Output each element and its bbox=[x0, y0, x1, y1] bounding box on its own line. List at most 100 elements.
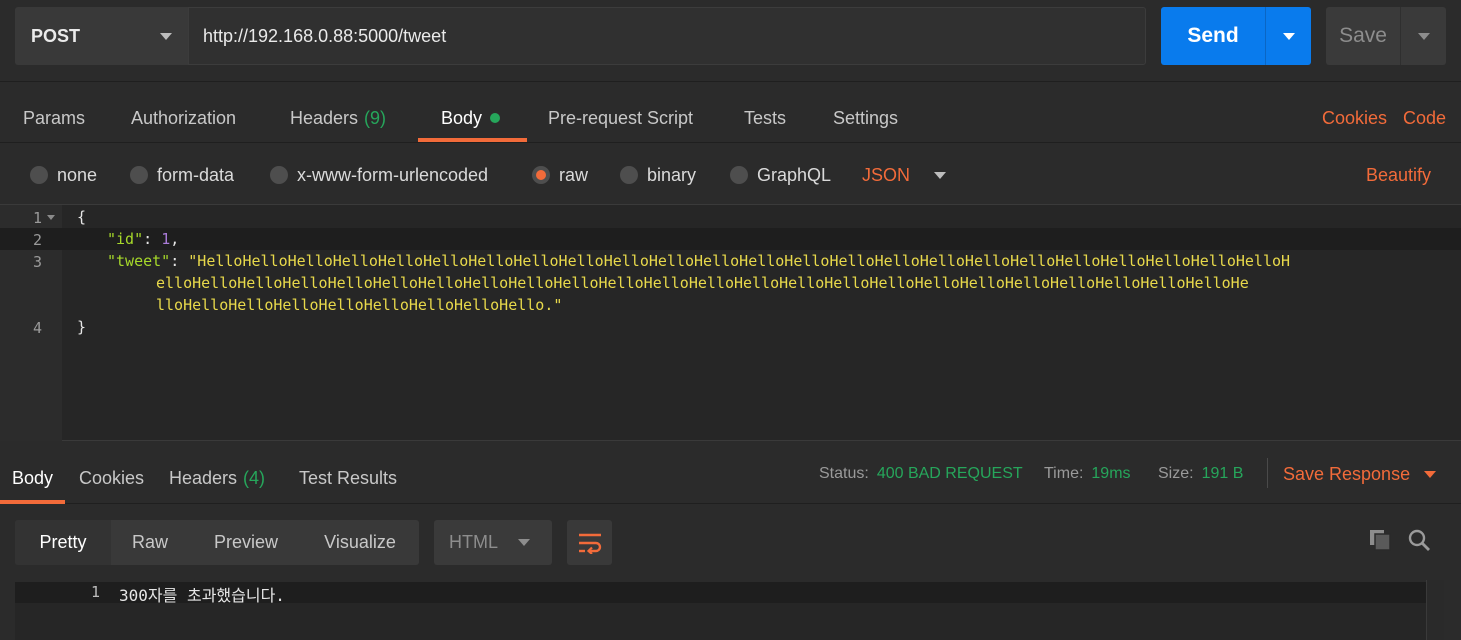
response-scrollbar[interactable] bbox=[1426, 580, 1444, 640]
radio-label: raw bbox=[559, 164, 589, 185]
headers-count: (4) bbox=[243, 467, 266, 488]
wrap-lines-icon bbox=[578, 533, 601, 554]
response-tabs: Body Cookies Headers (4) Test Results St… bbox=[0, 452, 1461, 504]
body-mode-selector: none form-data x-www-form-urlencoded raw… bbox=[0, 148, 1461, 202]
chevron-down-icon bbox=[518, 539, 530, 546]
code-line-id: "id": 1, bbox=[107, 230, 180, 248]
search-icon bbox=[1408, 529, 1430, 551]
view-visualize-button[interactable]: Visualize bbox=[303, 520, 417, 565]
save-response-button[interactable]: Save Response bbox=[1283, 452, 1437, 496]
cookies-link[interactable]: Cookies bbox=[1322, 94, 1387, 142]
body-modified-dot-icon bbox=[490, 113, 501, 123]
format-label: HTML bbox=[449, 532, 498, 552]
headers-count: (9) bbox=[364, 107, 387, 128]
tab-body[interactable]: Body bbox=[417, 94, 528, 142]
code-line-tweet: "tweet": "HelloHelloHelloHelloHelloHello… bbox=[107, 252, 1291, 270]
radio-none[interactable]: none bbox=[30, 148, 97, 202]
status-indicator: Status: 400 BAD REQUEST bbox=[819, 452, 1023, 496]
time-indicator: Time: 19ms bbox=[1044, 452, 1131, 496]
radio-circle-icon bbox=[130, 166, 148, 184]
beautify-link[interactable]: Beautify bbox=[1366, 148, 1431, 202]
search-button[interactable] bbox=[1405, 526, 1433, 554]
tab-tests[interactable]: Tests bbox=[744, 94, 786, 142]
response-tab-test-results[interactable]: Test Results bbox=[299, 452, 397, 504]
fold-chevron-down-icon[interactable] bbox=[47, 215, 55, 220]
tab-label: Tests bbox=[744, 107, 787, 128]
tab-label: Headers bbox=[290, 107, 359, 128]
tab-pre-request-script[interactable]: Pre-request Script bbox=[548, 94, 693, 142]
tab-headers[interactable]: Headers (9) bbox=[290, 94, 386, 142]
code-link[interactable]: Code bbox=[1403, 94, 1446, 142]
active-line-highlight bbox=[0, 228, 1461, 250]
size-value: 191 B bbox=[1201, 465, 1244, 482]
radio-form-data[interactable]: form-data bbox=[130, 148, 234, 202]
radio-label: form-data bbox=[157, 164, 235, 185]
response-tab-cookies[interactable]: Cookies bbox=[79, 452, 144, 504]
line-number: 1 bbox=[90, 583, 100, 601]
code-open-brace: { bbox=[77, 208, 87, 226]
tab-label: Settings bbox=[833, 107, 899, 128]
json-number: 1 bbox=[161, 230, 171, 248]
tab-authorization[interactable]: Authorization bbox=[131, 94, 236, 142]
method-select[interactable]: POST bbox=[15, 7, 188, 65]
chevron-down-icon bbox=[934, 171, 947, 179]
tab-label: Authorization bbox=[131, 107, 237, 128]
tab-params[interactable]: Params bbox=[23, 94, 85, 142]
response-format-select[interactable]: HTML bbox=[434, 520, 552, 565]
response-text: 300자를 초과했습니다. bbox=[119, 586, 285, 605]
tab-label: Headers bbox=[169, 467, 238, 488]
save-button[interactable]: Save bbox=[1326, 7, 1400, 65]
line-number: 2 bbox=[32, 231, 42, 249]
wrap-lines-button[interactable] bbox=[567, 520, 612, 565]
radio-binary[interactable]: binary bbox=[620, 148, 696, 202]
tab-label: Params bbox=[23, 107, 86, 128]
view-raw-button[interactable]: Raw bbox=[111, 520, 189, 565]
tab-label: Test Results bbox=[299, 467, 398, 488]
send-button[interactable]: Send bbox=[1161, 7, 1265, 65]
tab-settings[interactable]: Settings bbox=[833, 94, 898, 142]
view-pretty-button[interactable]: Pretty bbox=[15, 520, 111, 565]
radio-raw[interactable]: raw bbox=[532, 148, 588, 202]
copy-button[interactable] bbox=[1366, 526, 1394, 554]
radio-circle-icon bbox=[30, 166, 48, 184]
divider bbox=[1267, 458, 1268, 488]
language-select[interactable]: JSON bbox=[862, 148, 947, 202]
size-indicator: Size: 191 B bbox=[1158, 452, 1243, 496]
url-value: http://192.168.0.88:5000/tweet bbox=[203, 25, 447, 46]
time-label: Time: bbox=[1044, 465, 1084, 482]
radio-circle-icon bbox=[730, 166, 748, 184]
radio-label: GraphQL bbox=[757, 164, 832, 185]
copy-icon bbox=[1370, 530, 1391, 551]
response-body-viewer[interactable]: 1 300자를 초과했습니다. bbox=[15, 582, 1444, 640]
request-tabs: Params Authorization Headers (9) Body Pr… bbox=[0, 94, 1461, 143]
radio-circle-icon bbox=[620, 166, 638, 184]
view-preview-button[interactable]: Preview bbox=[189, 520, 303, 565]
request-url-bar: POST http://192.168.0.88:5000/tweet Send… bbox=[0, 0, 1461, 82]
size-label: Size: bbox=[1158, 465, 1194, 482]
code-close-brace: } bbox=[77, 318, 87, 336]
save-button-group: Save bbox=[1326, 7, 1446, 65]
send-button-group: Send bbox=[1161, 7, 1311, 65]
radio-x-www-form-urlencoded[interactable]: x-www-form-urlencoded bbox=[270, 148, 488, 202]
tab-label: Pre-request Script bbox=[548, 107, 694, 128]
response-tab-body[interactable]: Body bbox=[0, 452, 66, 504]
json-string-wrap: elloHelloHelloHelloHelloHelloHelloHelloH… bbox=[156, 274, 1249, 292]
response-tab-headers[interactable]: Headers (4) bbox=[169, 452, 265, 504]
json-key: "id" bbox=[107, 230, 144, 248]
url-input[interactable]: http://192.168.0.88:5000/tweet bbox=[188, 7, 1146, 65]
send-options-chevron-down-icon[interactable] bbox=[1265, 7, 1311, 65]
tab-label: Body bbox=[12, 467, 54, 488]
save-response-label: Save Response bbox=[1283, 463, 1411, 484]
json-string: "HelloHelloHelloHelloHelloHelloHelloHell… bbox=[188, 252, 1291, 270]
radio-label: x-www-form-urlencoded bbox=[297, 164, 489, 185]
line-number: 4 bbox=[32, 319, 42, 337]
chevron-down-icon bbox=[160, 33, 172, 40]
request-body-editor[interactable]: 1 2 3 4 { "id": 1, "tweet": "HelloHelloH… bbox=[0, 204, 1461, 441]
radio-label: none bbox=[57, 164, 98, 185]
line-number: 3 bbox=[32, 253, 42, 271]
time-value: 19ms bbox=[1091, 465, 1131, 482]
radio-graphql[interactable]: GraphQL bbox=[730, 148, 831, 202]
radio-label: binary bbox=[647, 164, 697, 185]
status-label: Status: bbox=[819, 465, 869, 482]
save-options-chevron-down-icon[interactable] bbox=[1400, 7, 1446, 65]
